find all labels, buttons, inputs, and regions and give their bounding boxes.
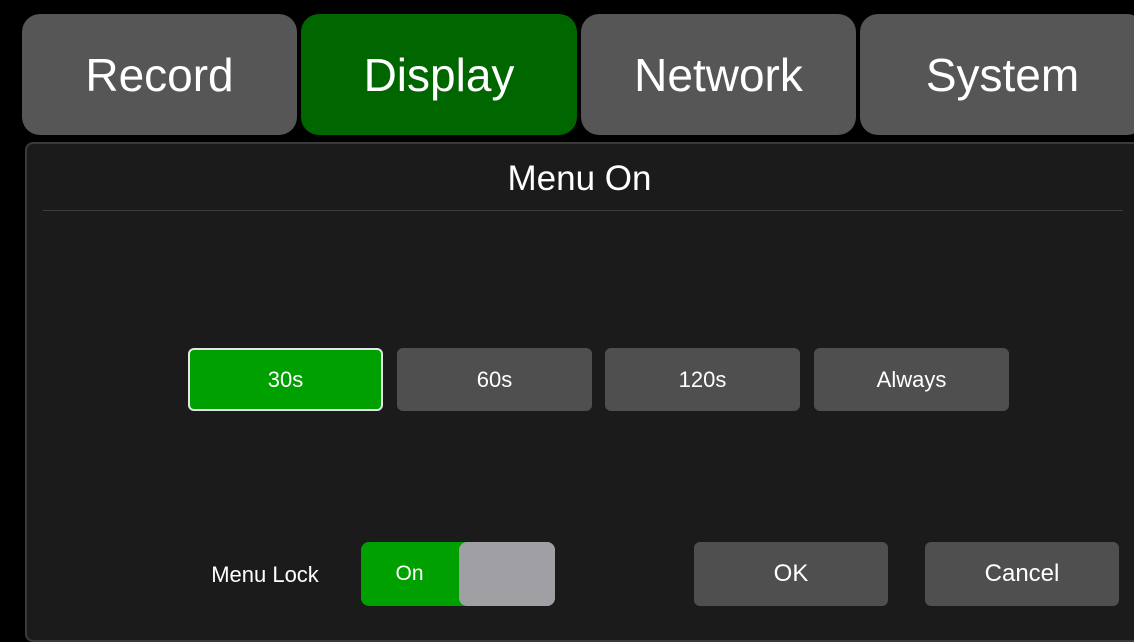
tab-network[interactable]: Network (581, 14, 856, 135)
menu-lock-toggle-state: On (395, 562, 424, 585)
tab-record[interactable]: Record (22, 14, 297, 135)
option-30s-button[interactable]: 30s (188, 348, 383, 411)
option-60s-button[interactable]: 60s (397, 348, 592, 411)
option-always-button[interactable]: Always (814, 348, 1009, 411)
menu-lock-toggle[interactable]: On (361, 542, 555, 606)
title-divider (43, 210, 1123, 211)
menu-lock-label: Menu Lock (211, 562, 319, 587)
tab-display[interactable]: Display (301, 14, 577, 135)
panel-title: Menu On (507, 159, 652, 198)
tab-system[interactable]: System (860, 14, 1134, 135)
cancel-button[interactable]: Cancel (925, 542, 1119, 606)
option-120s-button[interactable]: 120s (605, 348, 800, 411)
menu-lock-toggle-knob[interactable] (459, 542, 555, 606)
ok-button[interactable]: OK (694, 542, 888, 606)
